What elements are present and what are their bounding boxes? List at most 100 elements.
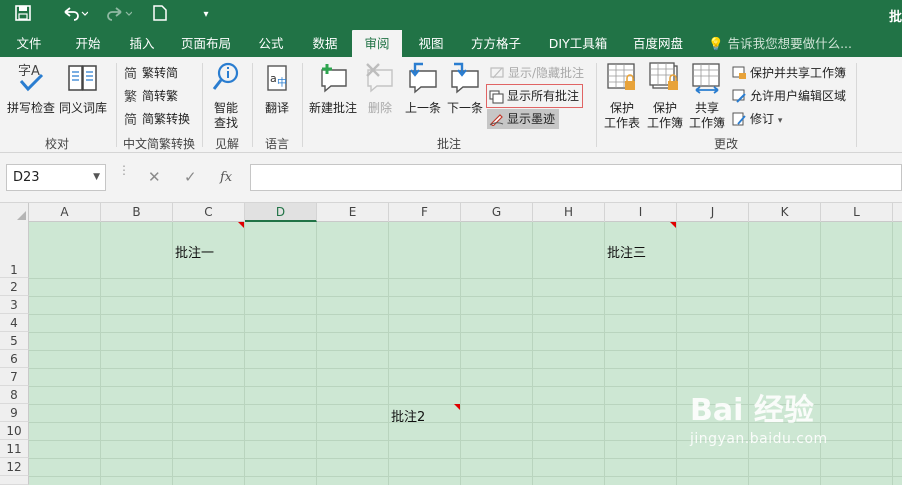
- cell-comment-i1[interactable]: 批注三: [607, 242, 646, 261]
- column-header[interactable]: L: [821, 203, 893, 222]
- track-changes-button[interactable]: 修订 ▾: [730, 109, 782, 129]
- smart-lookup-button[interactable]: 智能 查找: [206, 61, 246, 131]
- column-header[interactable]: H: [533, 203, 605, 222]
- track-changes-icon: [732, 112, 747, 126]
- row-header[interactable]: 1: [0, 222, 29, 278]
- drag-handle-icon[interactable]: ⋮: [118, 164, 130, 176]
- protect-sheet-icon: [600, 61, 644, 98]
- new-file-icon[interactable]: [152, 5, 168, 25]
- column-header[interactable]: E: [317, 203, 389, 222]
- cell-comment-f9[interactable]: 批注2: [391, 406, 425, 425]
- cell-comment-c1[interactable]: 批注一: [175, 242, 214, 261]
- translate-button[interactable]: a中 翻译: [256, 61, 298, 116]
- tell-me-search[interactable]: 💡 告诉我您想要做什么...: [708, 30, 852, 57]
- row-header[interactable]: 6: [0, 350, 29, 368]
- show-ink-button[interactable]: 显示墨迹: [487, 109, 560, 129]
- row-header[interactable]: 10: [0, 422, 29, 440]
- convert-chinese-icon: 简: [124, 112, 139, 128]
- row-header[interactable]: 7: [0, 368, 29, 386]
- name-box[interactable]: D23 ▼: [6, 164, 106, 191]
- protect-and-share-button[interactable]: 保护并共享工作簿: [730, 63, 846, 83]
- dropdown-arrow-icon: ▾: [777, 116, 783, 126]
- show-all-comments-button[interactable]: 显示所有批注: [486, 84, 584, 108]
- title-bar: ▾ 批: [0, 0, 902, 30]
- trad-to-simple-button[interactable]: 简 繁转简: [122, 63, 178, 83]
- comment-indicator[interactable]: [454, 404, 460, 410]
- svg-text:字A: 字A: [18, 64, 40, 79]
- simple-to-trad-button[interactable]: 繁 简转繁: [122, 86, 178, 106]
- show-all-comments-icon: [489, 89, 504, 104]
- row-header[interactable]: 4: [0, 314, 29, 332]
- tab-formulas[interactable]: 公式: [246, 30, 296, 57]
- protect-workbook-button[interactable]: 保护 工作簿: [644, 61, 686, 131]
- row-header[interactable]: 11: [0, 440, 29, 458]
- group-label-language: 语言: [264, 137, 289, 151]
- group-separator: [202, 63, 203, 147]
- row-header[interactable]: 3: [0, 296, 29, 314]
- name-box-dropdown-icon[interactable]: ▼: [93, 165, 100, 190]
- allow-edit-ranges-button[interactable]: 允许用户编辑区域: [730, 86, 846, 106]
- group-separator: [252, 63, 253, 147]
- column-header[interactable]: J: [677, 203, 749, 222]
- comment-indicator[interactable]: [238, 222, 244, 228]
- tab-review[interactable]: 审阅: [352, 30, 402, 57]
- lightbulb-icon: 💡: [708, 36, 724, 51]
- column-header[interactable]: G: [461, 203, 533, 222]
- ribbon-review: 字A 拼写检查 同义词库 校对 简 繁转简 繁 简转繁 简 简繁转换 中文简繁转…: [0, 57, 902, 153]
- delete-comment-icon: [362, 61, 398, 98]
- spell-check-button[interactable]: 字A 拼写检查: [4, 61, 58, 116]
- row-header[interactable]: 2: [0, 278, 29, 296]
- cancel-icon[interactable]: ✕: [148, 164, 161, 191]
- formula-buttons: ✕ ✓ fx: [136, 164, 248, 191]
- comment-indicator[interactable]: [670, 222, 676, 228]
- tab-insert[interactable]: 插入: [116, 30, 168, 57]
- simple-to-trad-icon: 繁: [124, 89, 139, 105]
- new-comment-button[interactable]: 新建批注: [306, 61, 360, 116]
- row-header[interactable]: 12: [0, 458, 29, 476]
- column-header[interactable]: A: [29, 203, 101, 222]
- column-header-active[interactable]: D: [245, 203, 317, 222]
- tab-diy-toolbox[interactable]: DIY工具箱: [540, 30, 616, 57]
- next-comment-icon: [444, 61, 486, 98]
- enter-icon[interactable]: ✓: [184, 164, 197, 191]
- allow-edit-icon: [732, 89, 747, 103]
- tab-file[interactable]: 文件: [6, 30, 52, 57]
- previous-comment-icon: [402, 61, 444, 98]
- undo-icon[interactable]: [60, 5, 90, 25]
- formula-input[interactable]: [250, 164, 902, 191]
- tab-ffgz[interactable]: 方方格子: [460, 30, 532, 57]
- thesaurus-button[interactable]: 同义词库: [58, 61, 108, 116]
- tab-page-layout[interactable]: 页面布局: [172, 30, 240, 57]
- row-header[interactable]: 5: [0, 332, 29, 350]
- previous-comment-button[interactable]: 上一条: [402, 61, 444, 116]
- translate-icon: a中: [256, 61, 298, 98]
- protect-sheet-button[interactable]: 保护 工作表: [600, 61, 644, 131]
- customize-icon[interactable]: ▾: [200, 5, 212, 25]
- share-workbook-button[interactable]: 共享 工作簿: [686, 61, 728, 131]
- group-label-insights: 见解: [214, 137, 239, 151]
- next-comment-button[interactable]: 下一条: [444, 61, 486, 116]
- column-header[interactable]: B: [101, 203, 173, 222]
- row-header[interactable]: [0, 476, 29, 485]
- tab-data[interactable]: 数据: [300, 30, 350, 57]
- column-header[interactable]: C: [173, 203, 245, 222]
- row-header[interactable]: 9: [0, 404, 29, 422]
- insert-function-icon[interactable]: fx: [220, 164, 232, 191]
- tab-home[interactable]: 开始: [62, 30, 114, 57]
- convert-chinese-button[interactable]: 简 简繁转换: [122, 109, 190, 129]
- redo-icon[interactable]: [104, 5, 134, 25]
- column-header[interactable]: F: [389, 203, 461, 222]
- show-hide-comment-button[interactable]: 显示/隐藏批注: [488, 63, 584, 83]
- save-icon[interactable]: [14, 5, 32, 25]
- column-header[interactable]: K: [749, 203, 821, 222]
- tab-view[interactable]: 视图: [406, 30, 456, 57]
- delete-comment-button[interactable]: 删除: [362, 61, 398, 116]
- row-header[interactable]: 8: [0, 386, 29, 404]
- column-header[interactable]: I: [605, 203, 677, 222]
- tell-me-text: 告诉我您想要做什么...: [727, 36, 852, 51]
- show-hide-comment-icon: [490, 66, 505, 80]
- select-all-corner[interactable]: [0, 203, 29, 222]
- tab-baidu-pan[interactable]: 百度网盘: [622, 30, 694, 57]
- formula-bar: D23 ▼ ⋮ ✕ ✓ fx: [0, 153, 902, 203]
- svg-text:繁: 繁: [124, 89, 137, 103]
